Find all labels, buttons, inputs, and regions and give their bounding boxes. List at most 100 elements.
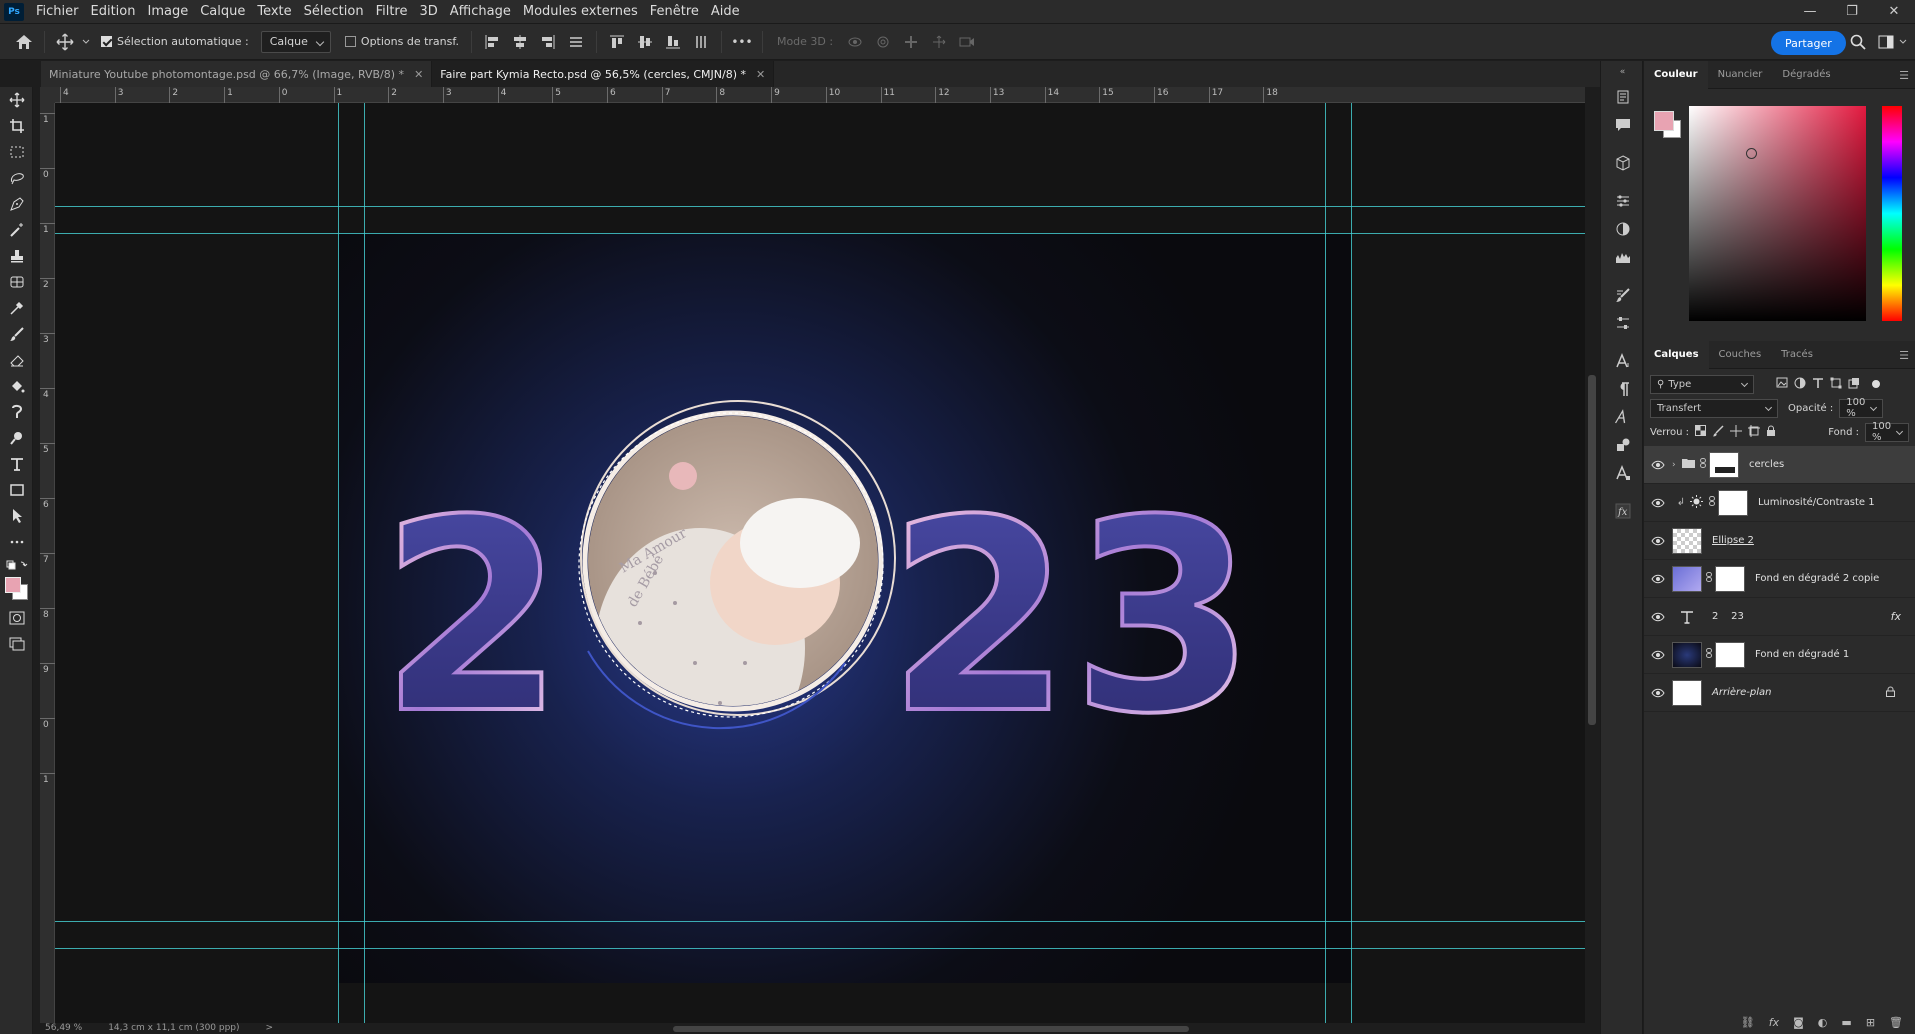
rotate-3d-icon[interactable]	[869, 28, 897, 56]
fx-icon[interactable]: fx	[1601, 497, 1644, 525]
new-group-icon[interactable]: ▬	[1841, 1016, 1851, 1034]
auto-select-checkbox[interactable]: Sélection automatique :	[101, 35, 249, 48]
guide-horizontal[interactable]	[55, 921, 1585, 922]
menu-fenetre[interactable]: Fenêtre	[644, 4, 705, 19]
camera-3d-icon[interactable]	[953, 28, 981, 56]
filter-pixel-icon[interactable]	[1776, 377, 1788, 391]
align-top-icon[interactable]	[603, 28, 631, 56]
guide-vertical[interactable]	[1351, 103, 1352, 1023]
paragraph-icon[interactable]	[1601, 375, 1644, 403]
lasso-tool-icon[interactable]	[0, 165, 33, 191]
layer-cercles[interactable]: › cercles	[1644, 446, 1915, 484]
3d-icon[interactable]	[1601, 149, 1644, 177]
magic-wand-icon[interactable]	[0, 217, 33, 243]
fx-add-icon[interactable]: fx	[1769, 1016, 1779, 1034]
adjustments-icon[interactable]	[1601, 187, 1644, 215]
eye-icon[interactable]	[1644, 460, 1672, 470]
brush-tool-icon[interactable]	[0, 321, 33, 347]
menu-texte[interactable]: Texte	[251, 4, 297, 19]
hand-tool-icon[interactable]	[0, 529, 33, 555]
layer-fond-degrade-2-copie[interactable]: Fond en dégradé 2 copie	[1644, 560, 1915, 598]
tab-couleur[interactable]: Couleur	[1644, 60, 1708, 89]
tab-couches[interactable]: Couches	[1709, 341, 1772, 369]
character-icon[interactable]	[1601, 347, 1644, 375]
menu-modules-externes[interactable]: Modules externes	[517, 4, 644, 19]
tab-faire-part-kymia[interactable]: Faire part Kymia Recto.psd @ 56,5% (cerc…	[432, 61, 775, 87]
tab-miniature-youtube[interactable]: Miniature Youtube photomontage.psd @ 66,…	[41, 61, 433, 87]
transform-options-checkbox[interactable]: Options de transf.	[344, 35, 459, 48]
color-picker-cursor[interactable]	[1746, 148, 1757, 159]
chevron-down-icon[interactable]	[1894, 28, 1912, 56]
layer-name[interactable]: Arrière-plan	[1712, 687, 1771, 698]
layer-ellipse-2[interactable]: Ellipse 2	[1644, 522, 1915, 560]
layer-name[interactable]: Fond en dégradé 1	[1755, 649, 1849, 660]
tab-degrades[interactable]: Dégradés	[1772, 61, 1840, 89]
guide-horizontal[interactable]	[55, 233, 1585, 234]
tab-nuancier[interactable]: Nuancier	[1708, 61, 1773, 89]
history-icon[interactable]	[1601, 83, 1644, 111]
crop-tool-icon[interactable]	[0, 113, 33, 139]
lock-transparency-icon[interactable]	[1695, 425, 1707, 439]
document-canvas[interactable]: 2 23 Ma Amour de Bébé	[55, 103, 1585, 1023]
filter-toggle-icon[interactable]	[1872, 380, 1880, 388]
screen-mode-icon[interactable]	[0, 631, 33, 657]
align-center-h-icon[interactable]	[506, 28, 534, 56]
eye-icon[interactable]	[1644, 688, 1672, 698]
fx-icon[interactable]: fx	[1891, 610, 1901, 623]
styles-icon[interactable]	[1601, 215, 1644, 243]
foreground-color-swatch[interactable]	[1654, 111, 1674, 131]
char-styles-icon[interactable]	[1601, 459, 1644, 487]
menu-calque[interactable]: Calque	[194, 4, 251, 19]
marquee-tool-icon[interactable]	[0, 139, 33, 165]
close-window-button[interactable]: ✕	[1873, 0, 1915, 23]
pen-tool-icon[interactable]	[0, 191, 33, 217]
layer-text-2023[interactable]: 2 23 fx	[1644, 598, 1915, 636]
layer-fond-degrade-1[interactable]: Fond en dégradé 1	[1644, 636, 1915, 674]
color-swatches[interactable]	[0, 575, 33, 605]
horizontal-ruler[interactable]: 4 3 2 1 0 1 2 3 4 5 6 7 8 9 10 11 12 13 14 15 16 17 18	[55, 87, 1585, 103]
dodge-tool-icon[interactable]	[0, 425, 33, 451]
canvas-area[interactable]: 2 23 Ma Amour de Bébé	[55, 103, 1585, 1023]
guide-vertical[interactable]	[338, 103, 339, 1023]
path-selection-icon[interactable]	[0, 503, 33, 529]
more-options-icon[interactable]: •••	[728, 28, 756, 56]
guide-vertical[interactable]	[364, 103, 365, 1023]
opacity-input[interactable]: 100 %	[1839, 397, 1884, 419]
blend-mode-dropdown[interactable]: Transfert	[1650, 398, 1778, 418]
new-layer-icon[interactable]: ⊞	[1866, 1016, 1875, 1034]
menu-affichage[interactable]: Affichage	[444, 4, 517, 19]
filter-type-icon[interactable]	[1812, 377, 1824, 392]
type-tool-icon[interactable]	[0, 451, 33, 477]
align-left-icon[interactable]	[478, 28, 506, 56]
filter-adjustment-icon[interactable]	[1794, 377, 1806, 392]
lock-all-icon[interactable]	[1766, 425, 1776, 440]
histogram-icon[interactable]	[1601, 243, 1644, 271]
guide-horizontal[interactable]	[55, 206, 1585, 207]
pan-3d-icon[interactable]	[897, 28, 925, 56]
distribute-icon[interactable]	[562, 28, 590, 56]
move-tool-icon[interactable]	[0, 87, 33, 113]
new-adjustment-icon[interactable]: ◐	[1818, 1016, 1828, 1034]
guide-horizontal[interactable]	[55, 948, 1585, 949]
eye-icon[interactable]	[1644, 612, 1672, 622]
paint-bucket-icon[interactable]	[0, 373, 33, 399]
brush-settings-icon[interactable]	[1601, 281, 1644, 309]
lock-artboard-icon[interactable]	[1748, 424, 1761, 440]
stamp-pattern-icon[interactable]	[0, 269, 33, 295]
menu-edition[interactable]: Edition	[85, 4, 142, 19]
quick-mask-icon[interactable]	[0, 605, 33, 631]
layer-name[interactable]: Ellipse 2	[1712, 535, 1754, 546]
home-icon[interactable]	[10, 28, 38, 56]
chevron-down-icon[interactable]	[79, 28, 93, 56]
lock-pixels-icon[interactable]	[1712, 424, 1724, 440]
tab-traces[interactable]: Tracés	[1771, 341, 1823, 369]
layer-filter-dropdown[interactable]: ⚲ Type	[1650, 374, 1754, 394]
close-icon[interactable]: ✕	[756, 68, 765, 81]
layer-arriere-plan[interactable]: Arrière-plan	[1644, 674, 1915, 712]
menu-3d[interactable]: 3D	[414, 4, 444, 19]
status-menu-arrow[interactable]: >	[266, 1023, 274, 1034]
eraser-tool-icon[interactable]	[0, 347, 33, 373]
rectangle-tool-icon[interactable]	[0, 477, 33, 503]
smudge-tool-icon[interactable]	[0, 399, 33, 425]
link-layers-icon[interactable]: ⛓	[1741, 1016, 1755, 1034]
